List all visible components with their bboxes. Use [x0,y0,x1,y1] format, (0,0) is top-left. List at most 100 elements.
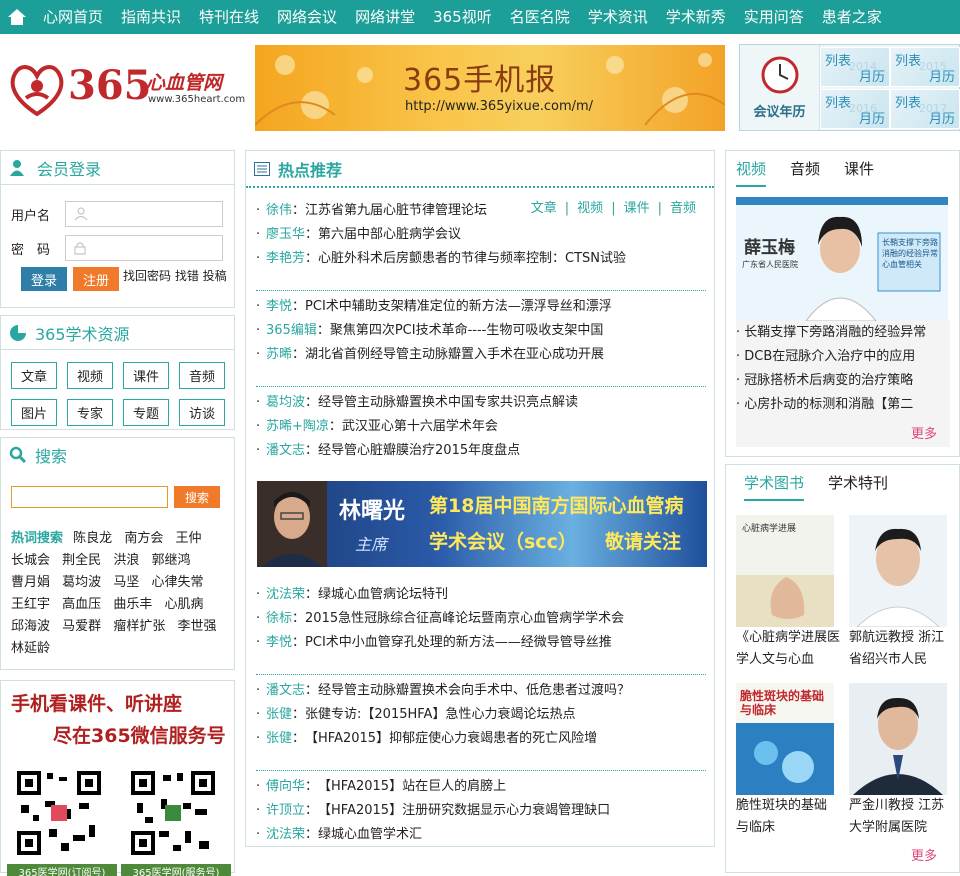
item-title[interactable]: 张健专访:【2015HFA】急性心力衰竭论坛热点 [305,703,575,727]
item-author[interactable]: 沈法荣 [266,583,305,607]
scc-conference-banner[interactable]: 林曙光 主席 第18届中国南方国际心血管病 学术会议（scc） 敬请关注 [257,481,707,567]
item-author[interactable]: 苏晞+陶凉 [266,415,329,439]
nav-item[interactable]: 网络讲堂 [346,0,424,34]
resource-button[interactable]: 课件 [123,362,169,389]
nav-item[interactable]: 365视听 [424,0,501,34]
resource-button[interactable]: 文章 [11,362,57,389]
item-title[interactable]: 冠脉搭桥术后病变的治疗策略 [744,373,913,388]
list-link[interactable]: 列表 [895,92,921,111]
list-item[interactable]: · 365编辑：聚焦第四次PCI技术革命----生物可吸收支架中国 [256,319,706,343]
book-caption[interactable]: 《心脏病学进展医学人文与心血 [736,627,840,671]
resource-button[interactable]: 专家 [67,399,113,426]
item-title[interactable]: 经导管主动脉瓣置换术中国专家共识亮点解读 [318,391,578,415]
site-logo[interactable]: 365 心血管网 www.365heart.com [4,54,249,124]
tab-video[interactable]: 视频 [736,151,767,187]
list-item[interactable]: · 冠脉搭桥术后病变的治疗策略 [736,369,950,393]
item-title[interactable]: PCI术中辅助支架精准定位的新方法—漂浮导丝和漂浮 [305,295,612,319]
month-link[interactable]: 月历 [929,66,955,85]
nav-item[interactable]: 学术资讯 [579,0,657,34]
list-item[interactable]: · 廖玉华：第六届中部心脏病学会议 [256,223,706,247]
more-link[interactable]: 更多 [911,845,937,864]
list-item[interactable]: · 徐标： 2015急性冠脉综合征高峰论坛暨南京心血管病学学术会 [256,607,706,631]
home-icon[interactable] [4,4,30,30]
meeting-calendar-link[interactable]: 会议年历 [740,45,820,130]
expert-caption[interactable]: 严金川教授 江苏大学附属医院 [849,795,949,839]
item-title[interactable]: 湖北省首例经导管主动脉瓣置入手术在亚心成功开展 [305,343,604,367]
keyword-link[interactable]: 王红宇 [11,597,50,612]
expert-caption[interactable]: 郭航远教授 浙江省绍兴市人民 [849,627,949,671]
item-author[interactable]: 李悦 [266,631,292,655]
expert-photo[interactable] [849,515,947,627]
list-item[interactable]: · 许顶立：【HFA2015】注册研究数据显示心力衰竭管理缺口 [256,799,706,823]
search-input[interactable] [11,486,168,508]
login-links[interactable]: 找回密码 找错 投稿 [123,267,233,285]
nav-item[interactable]: 患者之家 [813,0,891,34]
item-author[interactable]: 沈法荣 [266,823,305,847]
item-author[interactable]: 张健 [266,703,292,727]
keyword-link[interactable]: 葛均波 [62,575,101,590]
tab-special-issue[interactable]: 学术特刊 [828,465,888,501]
list-item[interactable]: · 徐伟：江苏省第九届心脏节律管理论坛 [256,199,706,223]
nav-item[interactable]: 网络会议 [268,0,346,34]
item-author[interactable]: 潘文志 [266,679,305,703]
list-item[interactable]: · 苏晞+陶凉：武汉亚心第十六届学术年会 [256,415,706,439]
tab-books[interactable]: 学术图书 [744,465,805,501]
nav-item[interactable]: 心网首页 [34,0,112,34]
resource-button[interactable]: 专题 [123,399,169,426]
item-title[interactable]: 第六届中部心脏病学会议 [318,223,461,247]
year-2014-link[interactable]: 列表 2014 月历 [820,47,890,87]
keyword-link[interactable]: 曲乐丰 [113,597,152,612]
list-item[interactable]: · 苏晞：湖北省首例经导管主动脉瓣置入手术在亚心成功开展 [256,343,706,367]
item-author[interactable]: 傅向华 [266,775,305,799]
list-item[interactable]: · 张健：张健专访:【2015HFA】急性心力衰竭论坛热点 [256,703,706,727]
tab-audio[interactable]: 音频 [790,151,820,187]
list-link[interactable]: 列表 [825,92,851,111]
year-2017-link[interactable]: 列表 2017 月历 [890,89,960,129]
keyword-link[interactable]: 邱海波 [11,619,50,634]
nav-item[interactable]: 实用问答 [735,0,813,34]
item-title[interactable]: 经导管心脏瓣膜治疗2015年度盘点 [318,439,520,463]
keyword-link[interactable]: 陈良龙 [73,531,112,546]
list-item[interactable]: · 心房扑动的标测和消融【第二 [736,393,950,417]
username-input[interactable] [65,201,223,227]
keyword-link[interactable]: 李世强 [177,619,216,634]
resource-button[interactable]: 音频 [179,362,225,389]
resource-button[interactable]: 视频 [67,362,113,389]
book-caption[interactable]: 脆性斑块的基础与临床 [736,795,836,839]
month-link[interactable]: 月历 [929,108,955,127]
list-item[interactable]: · 傅向华：【HFA2015】站在巨人的肩膀上 [256,775,706,799]
mobile-news-banner[interactable]: 365手机报 http://www.365yixue.com/m/ [255,45,725,131]
list-item[interactable]: · 李艳芳：心脏外科术后房颤患者的节律与频率控制：CTSN试验 [256,247,706,271]
nav-item[interactable]: 指南共识 [112,0,190,34]
nav-item[interactable]: 学术新秀 [657,0,735,34]
item-title[interactable]: 【HFA2015】站在巨人的肩膀上 [318,775,506,799]
list-item[interactable]: · 李悦： PCI术中辅助支架精准定位的新方法—漂浮导丝和漂浮 [256,295,706,319]
year-2015-link[interactable]: 列表 2015 月历 [890,47,960,87]
nav-item[interactable]: 名医名院 [501,0,579,34]
item-title[interactable]: 2015急性冠脉综合征高峰论坛暨南京心血管病学学术会 [305,607,624,631]
item-title[interactable]: 【HFA2015】抑郁症使心力衰竭患者的死亡风险增 [305,727,597,751]
expert-photo[interactable] [849,683,947,795]
keyword-link[interactable]: 长城会 [11,553,50,568]
list-item[interactable]: · 长鞘支撑下旁路消融的经验异常 [736,321,950,345]
month-link[interactable]: 月历 [859,108,885,127]
keyword-link[interactable]: 马爱群 [62,619,101,634]
book-cover[interactable]: 心脏病学进展 [736,515,834,627]
item-author[interactable]: 苏晞 [266,343,292,367]
item-author[interactable]: 李艳芳 [266,247,305,271]
item-title[interactable]: DCB在冠脉介入治疗中的应用 [744,349,915,364]
list-link[interactable]: 列表 [895,50,921,69]
item-author[interactable]: 张健 [266,727,292,751]
keyword-link[interactable]: 南方会 [124,531,163,546]
keyword-link[interactable]: 瘤样扩张 [113,619,165,634]
more-link[interactable]: 更多 [911,423,937,442]
list-item[interactable]: · 沈法荣：绿城心血管学术汇 [256,823,706,847]
book-cover[interactable]: 脆性斑块的基础与临床 [736,683,834,795]
item-title[interactable]: 武汉亚心第十六届学术年会 [342,415,498,439]
password-input[interactable] [65,235,223,261]
item-author[interactable]: 徐标 [266,607,292,631]
item-title[interactable]: 绿城心血管病论坛特刊 [318,583,448,607]
nav-item[interactable]: 特刊在线 [190,0,268,34]
list-item[interactable]: · 李悦： PCI术中小血管穿孔处理的新方法——经微导管导丝推 [256,631,706,655]
item-title[interactable]: 聚焦第四次PCI技术革命----生物可吸收支架中国 [330,319,604,343]
